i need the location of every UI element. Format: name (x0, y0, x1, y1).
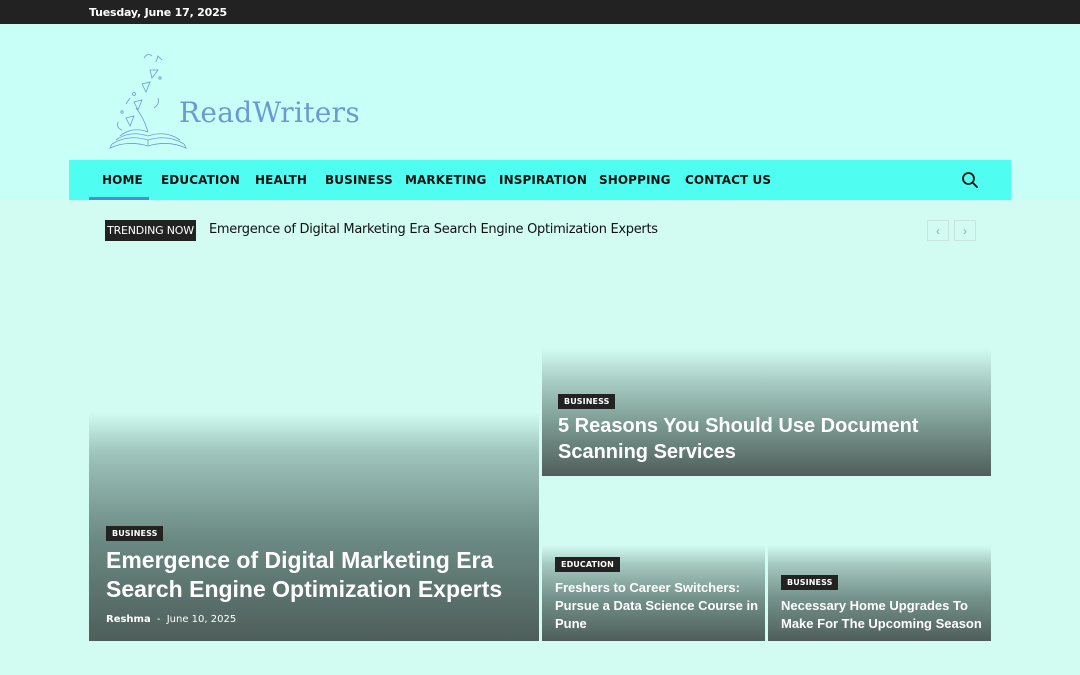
title-line: Emergence of Digital Marketing Era (106, 547, 494, 573)
title-line: Pursue a Data Science Course in (555, 598, 759, 613)
article-title[interactable]: 5 Reasons You Should Use Document Scanni… (558, 413, 918, 465)
article-title[interactable]: Emergence of Digital Marketing Era Searc… (106, 546, 502, 604)
logo-text: ReadWriters (179, 96, 361, 129)
article-title[interactable]: Freshers to Career Switchers: Pursue a D… (555, 579, 758, 633)
nav-item-inspiration[interactable]: INSPIRATION (499, 173, 587, 187)
nav-item-education[interactable]: EDUCATION (161, 173, 240, 187)
book-logo-icon (109, 54, 187, 149)
search-icon (962, 172, 978, 188)
featured-article-bottom-right[interactable]: BUSINESS Necessary Home Upgrades To Make… (768, 545, 991, 641)
nav-item-marketing[interactable]: MARKETING (405, 173, 486, 187)
search-button[interactable] (961, 171, 979, 189)
category-badge[interactable]: BUSINESS (781, 575, 839, 590)
author-name[interactable]: Reshma (106, 614, 151, 625)
trending-next-button[interactable]: › (954, 220, 976, 241)
category-badge[interactable]: BUSINESS (558, 394, 616, 409)
article-title[interactable]: Necessary Home Upgrades To Make For The … (781, 597, 982, 633)
title-line: Search Engine Optimization Experts (106, 576, 503, 602)
nav-item-contact-us[interactable]: CONTACT US (685, 173, 771, 187)
featured-article-bottom-left[interactable]: EDUCATION Freshers to Career Switchers: … (542, 545, 765, 641)
current-date: Tuesday, June 17, 2025 (89, 6, 227, 19)
title-line: Make For The Upcoming Season (781, 616, 982, 631)
category-badge[interactable]: BUSINESS (106, 526, 164, 541)
nav-item-shopping[interactable]: SHOPPING (599, 173, 671, 187)
trending-article-link[interactable]: Emergence of Digital Marketing Era Searc… (209, 222, 658, 237)
title-line: Necessary Home Upgrades To (781, 598, 968, 613)
trending-now-label: TRENDING NOW (105, 220, 196, 241)
featured-article-main[interactable]: BUSINESS Emergence of Digital Marketing … (89, 412, 539, 641)
title-line: Pune (555, 616, 587, 631)
chevron-right-icon: › (963, 223, 967, 238)
category-badge[interactable]: EDUCATION (555, 557, 620, 572)
active-nav-indicator (89, 197, 149, 200)
top-bar: Tuesday, June 17, 2025 (0, 0, 1080, 24)
trending-prev-button[interactable]: ‹ (927, 220, 949, 241)
article-date: June 10, 2025 (166, 614, 237, 625)
main-navigation: HOME EDUCATION HEALTH BUSINESS MARKETING… (69, 160, 1011, 200)
featured-article-right-top[interactable]: BUSINESS 5 Reasons You Should Use Docume… (542, 348, 991, 476)
meta-separator: - (156, 614, 161, 625)
article-meta: Reshma - June 10, 2025 (106, 614, 236, 625)
title-line: Scanning Services (558, 441, 736, 463)
chevron-left-icon: ‹ (936, 223, 940, 238)
title-line: Freshers to Career Switchers: (555, 580, 740, 595)
nav-item-health[interactable]: HEALTH (255, 173, 307, 187)
title-line: 5 Reasons You Should Use Document (558, 415, 919, 437)
nav-item-business[interactable]: BUSINESS (325, 173, 393, 187)
nav-item-home[interactable]: HOME (102, 173, 143, 187)
site-logo[interactable]: ReadWriters (108, 48, 361, 152)
